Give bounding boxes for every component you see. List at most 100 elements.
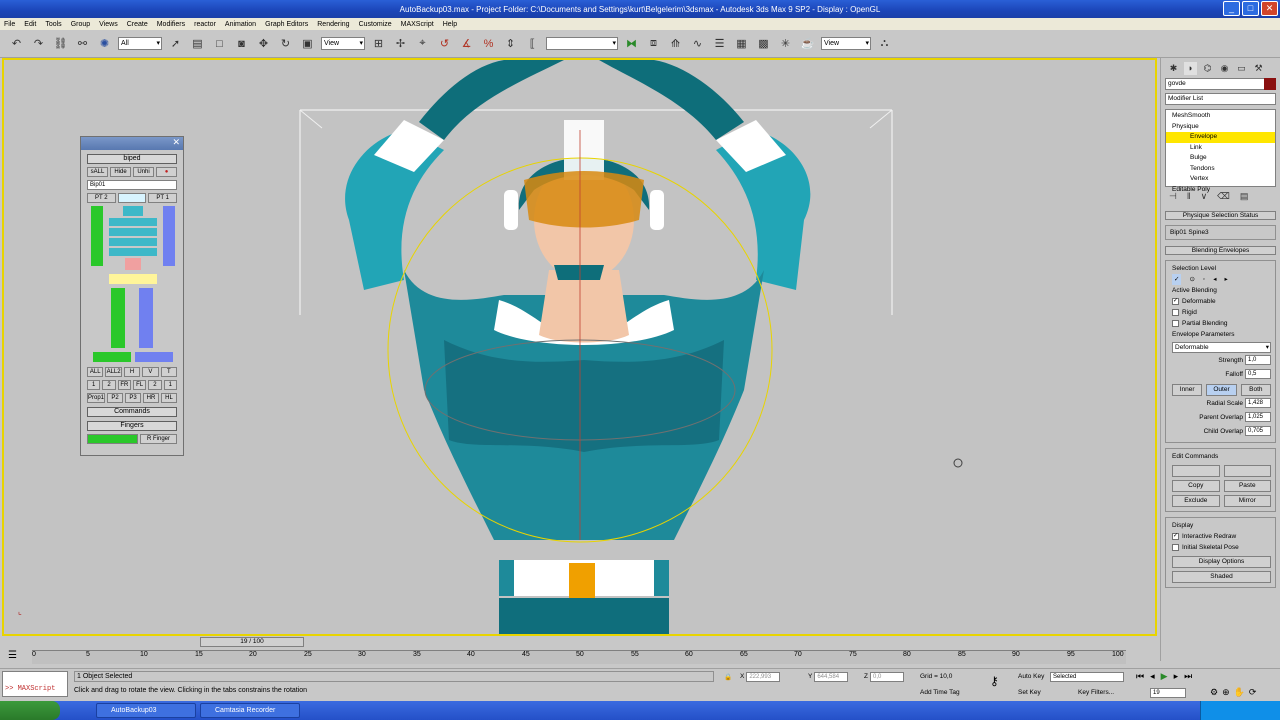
modify-tab-icon[interactable]: ◗: [1184, 62, 1197, 75]
menu-group[interactable]: Group: [71, 21, 90, 28]
task-3dsmax[interactable]: AutoBackup03: [96, 703, 196, 718]
object-color-swatch[interactable]: [1264, 78, 1276, 90]
prev-icon[interactable]: ◂: [1213, 274, 1216, 285]
curve-editor-icon[interactable]: ∿: [689, 35, 706, 52]
quick-render-icon[interactable]: ☕: [799, 35, 816, 52]
menu-tools[interactable]: Tools: [45, 21, 61, 28]
mini-curve-editor-icon[interactable]: ☰: [8, 650, 17, 661]
interactive-redraw-checkbox[interactable]: ✓: [1172, 533, 1179, 540]
create-tab-icon[interactable]: ✱: [1167, 62, 1180, 75]
num2-button[interactable]: 2: [102, 380, 116, 390]
layer-manager-icon[interactable]: ⟰: [667, 35, 684, 52]
window-crossing-icon[interactable]: ◙: [233, 35, 250, 52]
physique-status-rollout[interactable]: Physique Selection Status: [1165, 211, 1276, 220]
child-overlap-spinner[interactable]: 0,705: [1245, 426, 1271, 436]
envelope-type-dropdown[interactable]: Deformable: [1172, 342, 1271, 353]
menu-graph-editors[interactable]: Graph Editors: [265, 21, 308, 28]
track-bar[interactable]: 0 5 10 15 20 25 30 35 40 45 50 55 60 65 …: [32, 650, 1126, 664]
copy-button[interactable]: Copy: [1172, 480, 1220, 492]
menu-animation[interactable]: Animation: [225, 21, 256, 28]
biped-section[interactable]: biped: [87, 154, 177, 164]
maximize-button[interactable]: □: [1242, 1, 1259, 16]
hide-button[interactable]: Hide: [110, 167, 131, 177]
rotate-icon[interactable]: ↻: [277, 35, 294, 52]
zoom-icon[interactable]: ⊕: [1222, 687, 1230, 698]
t-button[interactable]: T: [160, 367, 178, 377]
key-icon[interactable]: ⚷: [990, 674, 999, 688]
deformable-checkbox[interactable]: ✓: [1172, 298, 1179, 305]
pivot-center-icon[interactable]: ⊞: [370, 35, 387, 52]
menu-create[interactable]: Create: [127, 21, 148, 28]
bind-space-warp-icon[interactable]: ✺: [96, 35, 113, 52]
modifier-stack[interactable]: MeshSmooth Physique Envelope Link Bulge …: [1165, 109, 1276, 193]
outer-button[interactable]: Outer: [1206, 384, 1237, 396]
stack-item-physique[interactable]: Physique: [1166, 122, 1275, 133]
hl-button[interactable]: HL: [161, 393, 178, 403]
utilities-tab-icon[interactable]: ⚒: [1252, 62, 1265, 75]
biped-body-picker[interactable]: [89, 206, 175, 364]
all-button[interactable]: ALL: [87, 367, 104, 377]
current-frame-field[interactable]: 19: [1150, 687, 1186, 698]
prop1-button[interactable]: Prop1: [87, 393, 106, 403]
rigid-checkbox[interactable]: [1172, 309, 1179, 316]
play-icon[interactable]: ▶: [1161, 671, 1168, 682]
lock-icon[interactable]: 🔒: [724, 671, 732, 682]
schematic-view-icon[interactable]: ☰: [711, 35, 728, 52]
rect-region-icon[interactable]: □: [211, 35, 228, 52]
display-tab-icon[interactable]: ▭: [1235, 62, 1248, 75]
render-type-dropdown[interactable]: View: [821, 37, 871, 50]
exclude-button[interactable]: Exclude: [1172, 495, 1220, 507]
scale-icon[interactable]: ▣: [299, 35, 316, 52]
motion-tab-icon[interactable]: ◉: [1218, 62, 1231, 75]
keyboard-shortcut-icon[interactable]: ⌖: [414, 35, 431, 52]
start-button[interactable]: [0, 701, 60, 720]
shaded-button[interactable]: Shaded: [1172, 571, 1271, 583]
p2-button[interactable]: P2: [107, 393, 124, 403]
num1-button[interactable]: 1: [87, 380, 101, 390]
hierarchy-tab-icon[interactable]: ⌬: [1201, 62, 1214, 75]
select-by-name-icon[interactable]: ▤: [189, 35, 206, 52]
menu-maxscript[interactable]: MAXScript: [401, 21, 434, 28]
close-icon[interactable]: ✕: [172, 137, 180, 148]
link-level-icon[interactable]: ✓: [1172, 274, 1182, 285]
blending-envelopes-rollout[interactable]: Blending Envelopes: [1165, 246, 1276, 255]
y-coord-field[interactable]: 644,584: [814, 671, 849, 682]
angle-snap-icon[interactable]: ∡: [458, 35, 475, 52]
percent-snap-icon[interactable]: %: [480, 35, 497, 52]
menu-customize[interactable]: Customize: [359, 21, 392, 28]
paste-button[interactable]: Paste: [1223, 480, 1271, 492]
select-all-button[interactable]: sALL: [87, 167, 108, 177]
next-frame-icon[interactable]: ▸: [1174, 671, 1179, 682]
select-link-icon[interactable]: ⛓: [52, 35, 69, 52]
pt2-button[interactable]: PT 2: [87, 193, 116, 203]
x-coord-field[interactable]: 222,993: [746, 671, 781, 682]
h-button[interactable]: H: [123, 367, 141, 377]
partial-blending-checkbox[interactable]: [1172, 320, 1179, 327]
stack-item-bulge[interactable]: Bulge: [1166, 153, 1275, 164]
quick-render-teapot-icon[interactable]: ⛬: [876, 35, 893, 52]
pan-icon[interactable]: ✋: [1234, 687, 1245, 698]
unhide-button[interactable]: Unhi: [133, 167, 154, 177]
cross-section-icon[interactable]: ⊙: [1189, 274, 1194, 285]
insert-button[interactable]: [1172, 465, 1220, 477]
parent-overlap-spinner[interactable]: 1,025: [1245, 412, 1271, 422]
goto-end-icon[interactable]: ⏭: [1184, 671, 1192, 682]
task-recorder[interactable]: Camtasia Recorder: [200, 703, 300, 718]
maxscript-listener[interactable]: >> MAXScript: [2, 671, 68, 697]
falloff-spinner[interactable]: 0,5: [1245, 369, 1271, 379]
ref-coord-dropdown[interactable]: View: [321, 37, 365, 50]
unlink-icon[interactable]: ⚯: [74, 35, 91, 52]
both-button[interactable]: Both: [1240, 384, 1271, 396]
num1b-button[interactable]: 1: [163, 380, 177, 390]
mirror-icon[interactable]: ⧓: [623, 35, 640, 52]
inner-button[interactable]: Inner: [1172, 384, 1203, 396]
align-icon[interactable]: ⧈: [645, 35, 662, 52]
select-manipulate-icon[interactable]: ✢: [392, 35, 409, 52]
num2b-button[interactable]: 2: [148, 380, 162, 390]
selection-filter-dropdown[interactable]: All: [118, 37, 162, 50]
key-mode-dropdown[interactable]: Selected: [1050, 671, 1124, 682]
menu-modifiers[interactable]: Modifiers: [157, 21, 185, 28]
stack-item-link[interactable]: Link: [1166, 143, 1275, 154]
spinner-snap-icon[interactable]: ⇕: [502, 35, 519, 52]
radial-scale-spinner[interactable]: 1,428: [1245, 398, 1271, 408]
